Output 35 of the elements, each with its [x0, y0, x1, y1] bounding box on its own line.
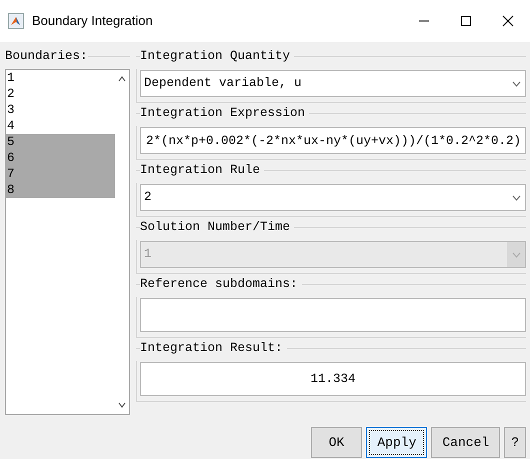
caret-icon — [512, 80, 520, 86]
list-item[interactable]: 2 — [6, 86, 115, 102]
group-label: Integration Rule — [140, 163, 260, 179]
group-label: Integration Quantity — [140, 49, 290, 65]
group-label: Integration Expression — [140, 106, 306, 122]
group-label: Reference subdomains: — [140, 277, 298, 293]
boundary-list[interactable]: 1 2 3 4 5 6 7 8 — [5, 69, 130, 415]
close-icon[interactable] — [502, 15, 514, 27]
dialog-button[interactable]: Cancel — [431, 427, 500, 458]
list-item[interactable]: 5 — [6, 134, 115, 150]
scroll-up-icon[interactable] — [118, 76, 126, 82]
group-label: Boundaries: — [5, 49, 88, 65]
input-field[interactable] — [140, 298, 526, 332]
list-item[interactable]: 7 — [6, 166, 115, 182]
dialog-button[interactable]: ? — [504, 427, 526, 458]
dropdown: 1 — [140, 241, 526, 268]
app-icon — [8, 13, 24, 29]
list-item[interactable]: 6 — [6, 150, 115, 166]
maximize-icon[interactable] — [460, 15, 472, 27]
dropdown[interactable]: 2 — [140, 184, 526, 211]
window-title: Boundary Integration — [32, 12, 153, 30]
scroll-down-icon[interactable] — [118, 402, 126, 408]
dropdown[interactable]: Dependent variable, u — [140, 70, 526, 97]
dialog-button[interactable]: Apply — [366, 427, 428, 458]
caret-icon — [512, 252, 520, 258]
group-label: Integration Result: — [140, 341, 283, 357]
list-item[interactable]: 3 — [6, 102, 115, 118]
dialog-button[interactable]: OK — [310, 427, 362, 458]
list-item[interactable]: 8 — [6, 182, 115, 198]
input-field[interactable]: 2*(nx*p+0.002*(-2*nx*ux-ny*(uy+vx)))/(1*0.2^2*0.2) — [140, 127, 526, 154]
input-field[interactable]: 11.334 — [140, 362, 526, 396]
group-label: Solution Number/Time — [140, 220, 290, 236]
list-item[interactable]: 1 — [6, 70, 115, 86]
caret-icon — [512, 194, 520, 200]
list-item[interactable]: 4 — [6, 118, 115, 134]
